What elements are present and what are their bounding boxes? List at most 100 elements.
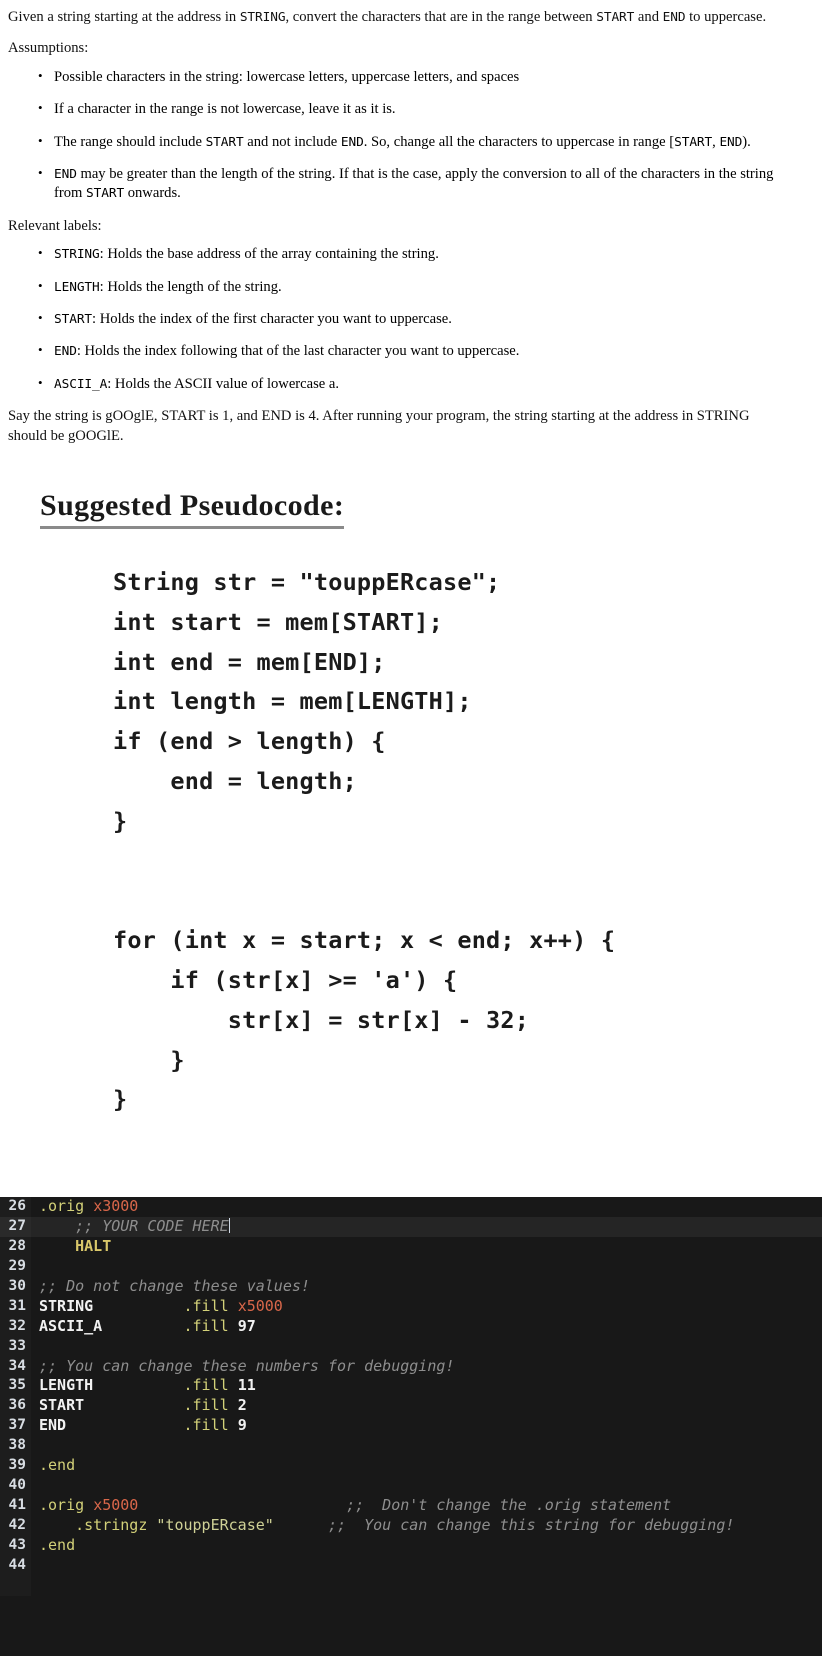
intro-paragraph: Given a string starting at the address i… [8,8,792,27]
inline-text: onwards. [124,185,181,202]
editor-line-text[interactable]: ;; You can change these numbers for debu… [31,1357,822,1377]
editor-line-text[interactable]: .stringz "touppERcase" ;; You can change… [31,1516,822,1536]
example-paragraph: Say the string is gOOglE, START is 1, an… [8,408,750,444]
editor-line-text[interactable]: ASCII_A .fill 97 [31,1317,822,1337]
editor-line[interactable]: 37 END .fill 9 [0,1416,822,1437]
line-number: 39 [0,1456,31,1477]
pseudocode-line: int start = mem[START]; [113,607,444,636]
editor-line[interactable]: 40 [0,1476,822,1497]
editor-line-text[interactable] [31,1436,822,1456]
intro-text-part-1: Given a string starting at the address i… [8,9,240,25]
editor-line-text[interactable] [31,1556,822,1576]
code-editor[interactable]: 26 .orig x3000 27 ;; YOUR CODE HERE 28 HALT… [0,1197,822,1656]
code-token-label: LENGTH [39,1376,94,1395]
editor-line[interactable]: 36 START .fill 2 [0,1396,822,1417]
line-number: 30 [0,1276,31,1297]
editor-line-text[interactable] [31,1337,822,1357]
editor-line-text[interactable] [31,1476,822,1496]
text-cursor [228,1217,230,1233]
editor-line[interactable]: 32 ASCII_A .fill 97 [0,1316,822,1337]
line-number [0,1575,31,1596]
code-token-cmt: ;; You can change this string for debugg… [328,1516,735,1534]
editor-line-text[interactable]: LENGTH .fill 11 [31,1376,822,1396]
relevant-label-item: END: Holds the index following that of t… [38,341,792,361]
code-token-label: ASCII_A [39,1316,103,1335]
assumptions-list: Possible characters in the string: lower… [8,67,792,204]
line-number: 34 [0,1356,31,1377]
inline-text: If a character in the range is not lower… [54,101,396,118]
editor-line-text[interactable]: .end [31,1536,822,1556]
relevant-label-item: START: Holds the index of the first char… [38,309,792,329]
line-number: 29 [0,1256,31,1277]
pseudocode-line: int end = mem[END]; [113,647,386,676]
editor-line[interactable]: 26 .orig x3000 [0,1197,822,1217]
line-number: 28 [0,1236,31,1257]
editor-line-text[interactable]: .orig x5000 ;; Don't change the .orig st… [31,1496,822,1516]
editor-line-text[interactable] [31,1257,822,1277]
inline-text: The range should include [54,133,206,150]
inline-code: START [86,186,125,202]
line-number: 35 [0,1376,31,1397]
line-number: 26 [0,1197,31,1217]
editor-line[interactable]: 41 .orig x5000 ;; Don't change the .orig … [0,1496,822,1516]
code-token-label: START [39,1396,85,1415]
editor-line-text[interactable]: END .fill 9 [31,1416,822,1436]
line-number: 43 [0,1535,31,1556]
code-token-dir: .orig [39,1496,94,1515]
code-token-cmt: ;; YOUR CODE HERE [39,1216,229,1235]
label-name: END [54,344,77,360]
relevant-label-item: LENGTH: Holds the length of the string. [38,277,792,297]
editor-line[interactable]: 27 ;; YOUR CODE HERE [0,1216,822,1237]
label-name: LENGTH [54,279,100,295]
line-number: 42 [0,1516,31,1536]
editor-line-text[interactable]: .orig x3000 [31,1197,822,1217]
inline-text: . So, change all the characters to upper… [363,133,675,150]
intro-code-start: START [596,10,635,25]
heading-underline-rule [40,526,345,530]
editor-line[interactable]: 29 [0,1256,822,1277]
editor-line[interactable]: 38 [0,1436,822,1457]
editor-line[interactable]: 39 .end [0,1456,822,1477]
pseudocode-line: } [113,1085,128,1114]
line-number: 33 [0,1336,31,1357]
editor-line[interactable]: 34 ;; You can change these numbers for de… [0,1356,822,1377]
assumptions-label: Assumptions: [8,40,89,57]
code-token-dir: .fill [183,1396,238,1415]
editor-line[interactable]: 35 LENGTH .fill 11 [0,1376,822,1397]
editor-line[interactable]: 33 [0,1336,822,1357]
editor-line-text[interactable]: ;; YOUR CODE HERE [31,1217,822,1237]
code-token-dir: .fill [183,1316,238,1335]
editor-line-text[interactable]: .end [31,1456,822,1476]
editor-line[interactable]: 43 .end [0,1535,822,1556]
code-token-op: HALT [39,1236,112,1255]
pseudocode-line: String str = "touppERcase"; [113,568,501,597]
document-body: Given a string starting at the address i… [0,0,822,1197]
editor-line[interactable] [0,1575,822,1596]
pseudocode-line: str[x] = str[x] - 32; [113,1005,530,1034]
line-number: 44 [0,1555,31,1576]
editor-line[interactable]: 42 .stringz "touppERcase" ;; You can cha… [0,1516,822,1536]
code-token-label: END [39,1416,67,1435]
code-token-dir: .orig [39,1197,94,1215]
editor-line[interactable]: 30 ;; Do not change these values! [0,1276,822,1297]
inline-code: END [340,134,364,150]
editor-line-text[interactable]: STRING .fill x5000 [31,1297,822,1317]
editor-line[interactable]: 44 [0,1555,822,1576]
editor-line[interactable]: 31 STRING .fill x5000 [0,1296,822,1317]
editor-line-text[interactable] [31,1576,822,1596]
editor-line[interactable]: 28 HALT [0,1236,822,1257]
code-token-cmt: ;; Do not change these values! [39,1276,310,1295]
line-number: 37 [0,1416,31,1437]
editor-line-text[interactable]: HALT [31,1237,822,1257]
inline-text: Possible characters in the string: lower… [54,68,520,85]
code-token-num: 2 [237,1396,247,1415]
editor-line-text[interactable]: START .fill 2 [31,1396,822,1416]
assumption-item: The range should include START and not i… [38,132,792,152]
code-token-str: "touppERcase" [156,1516,274,1534]
pseudocode-line: end = length; [113,767,357,796]
pseudocode-line: if (str[x] >= 'a') { [113,966,458,995]
editor-line-text[interactable]: ;; Do not change these values! [31,1277,822,1297]
code-token-num: 9 [237,1416,247,1435]
